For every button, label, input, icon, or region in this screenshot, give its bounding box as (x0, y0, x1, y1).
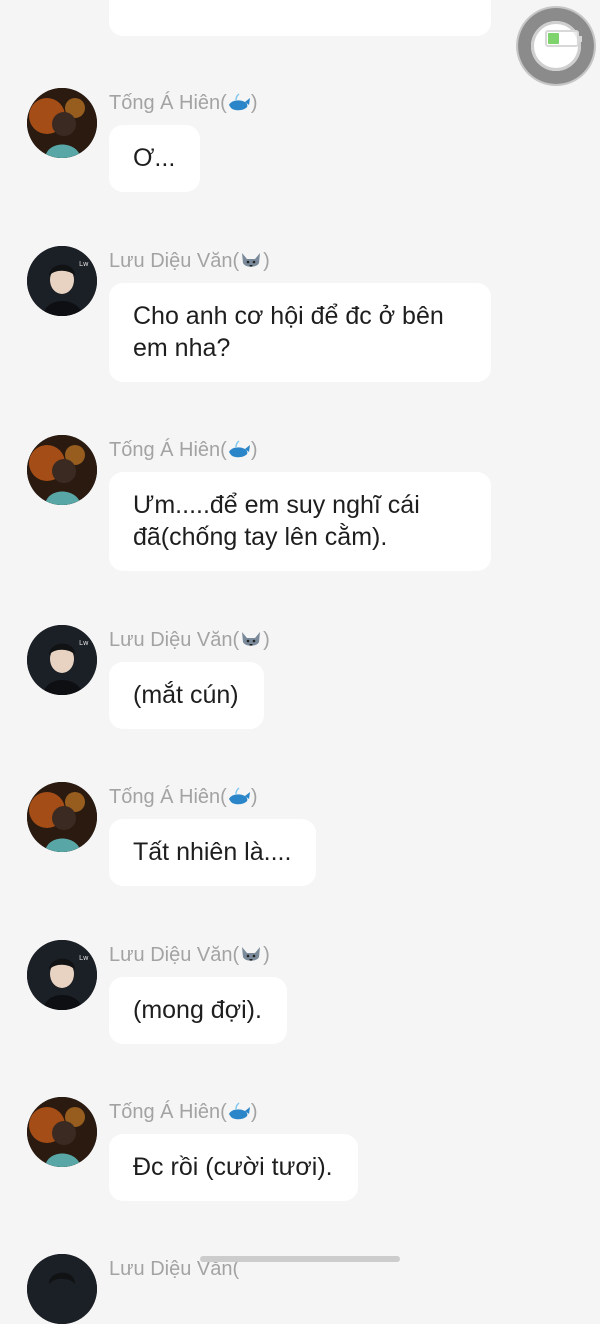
avatar-hien[interactable] (27, 782, 97, 852)
sender-name: Tống Á Hiên( ) (109, 439, 258, 461)
whale-emoji-icon (227, 92, 251, 114)
sender-name: Lưu Diệu Văn( ) (109, 944, 270, 966)
home-indicator[interactable] (200, 1256, 400, 1262)
battery-tip (579, 36, 582, 42)
whale-emoji-icon (227, 786, 251, 808)
battery-fill (548, 33, 559, 44)
avatar-van[interactable]: Lw (27, 940, 97, 1010)
message-bubble[interactable]: (mong đợi). (109, 977, 287, 1044)
sender-name: Tống Á Hiên( ) (109, 1101, 258, 1123)
message-bubble[interactable]: Cho anh cơ hội để đc ở bên em nha? (109, 283, 491, 382)
avatar-van[interactable]: Lw (27, 246, 97, 316)
sender-name: Tống Á Hiên( ) (109, 786, 258, 808)
wolf-emoji-icon (239, 629, 263, 651)
wolf-emoji-icon (239, 944, 263, 966)
whale-emoji-icon (227, 1101, 251, 1123)
chat-feed[interactable]: mui ). Tống (0, 0, 600, 1324)
avatar-hien[interactable] (27, 1097, 97, 1167)
svg-text:Lw: Lw (79, 954, 89, 962)
message-bubble: mui ). (109, 0, 491, 36)
message-bubble[interactable]: Ưm.....để em suy nghĩ cái đã(chống tay l… (109, 472, 491, 571)
whale-emoji-icon (227, 439, 251, 461)
sender-name: Tống Á Hiên( ) (109, 92, 258, 114)
avatar-van[interactable] (27, 1254, 97, 1324)
sender-name: Lưu Diệu Văn( ) (109, 629, 270, 651)
wolf-emoji-icon (239, 250, 263, 272)
avatar-van[interactable]: Lw (27, 625, 97, 695)
sender-name: Lưu Diệu Văn( ) (109, 250, 270, 272)
message-bubble[interactable]: Ơ... (109, 125, 201, 192)
message-bubble[interactable]: Đc rồi (cười tươi). (109, 1134, 358, 1201)
message-bubble[interactable]: Tất nhiên là.... (109, 819, 317, 886)
svg-text:Lw: Lw (79, 260, 89, 268)
avatar-hien[interactable] (27, 88, 97, 158)
avatar-hien[interactable] (27, 435, 97, 505)
svg-text:Lw: Lw (79, 639, 89, 647)
message-bubble[interactable]: (mắt cún) (109, 662, 264, 729)
battery-charging-icon (545, 30, 582, 47)
